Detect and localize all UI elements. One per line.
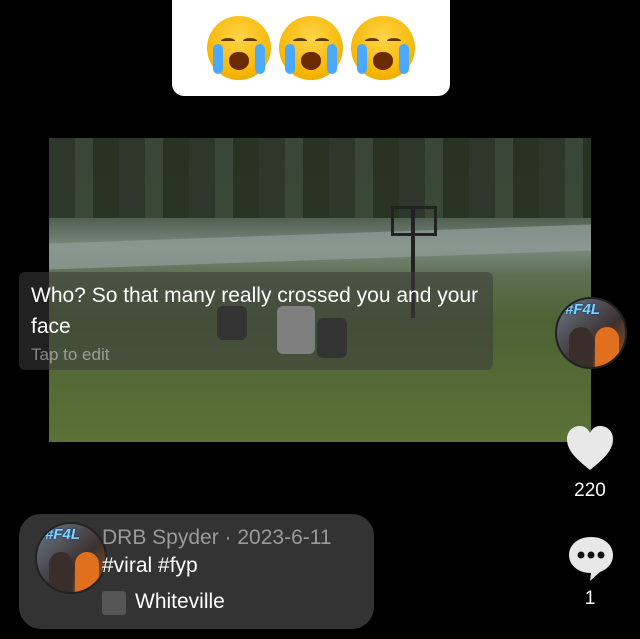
video-trees xyxy=(49,138,591,218)
caption-text: Who? So that many really crossed you and… xyxy=(31,284,479,338)
location-icon xyxy=(102,591,126,615)
post-hashtags[interactable]: #viral #fyp xyxy=(102,554,198,578)
caption-overlay[interactable]: Who? So that many really crossed you and… xyxy=(19,272,493,370)
caption-edit-hint: Tap to edit xyxy=(31,345,110,364)
heart-icon[interactable] xyxy=(565,424,615,474)
comment-count: 1 xyxy=(584,588,596,609)
comment-icon[interactable] xyxy=(566,533,616,583)
avatar-tag: #F4L xyxy=(565,301,601,318)
post-info-card[interactable]: #F4L DRB Spyder · 2023-6-11 #viral #fyp … xyxy=(19,514,374,629)
crying-emoji-icon xyxy=(351,16,415,80)
video-road xyxy=(49,224,591,270)
author-avatar[interactable]: #F4L xyxy=(555,297,627,369)
crying-emoji-icon xyxy=(207,16,271,80)
emoji-sticker[interactable] xyxy=(172,0,450,96)
crying-emoji-icon xyxy=(279,16,343,80)
basketball-hoop xyxy=(391,206,437,236)
like-count: 220 xyxy=(574,480,606,501)
post-author-avatar[interactable]: #F4L xyxy=(35,522,107,594)
post-location[interactable]: Whiteville xyxy=(135,590,225,614)
author-and-date[interactable]: DRB Spyder · 2023-6-11 xyxy=(102,526,332,550)
avatar-tag: #F4L xyxy=(45,526,81,543)
